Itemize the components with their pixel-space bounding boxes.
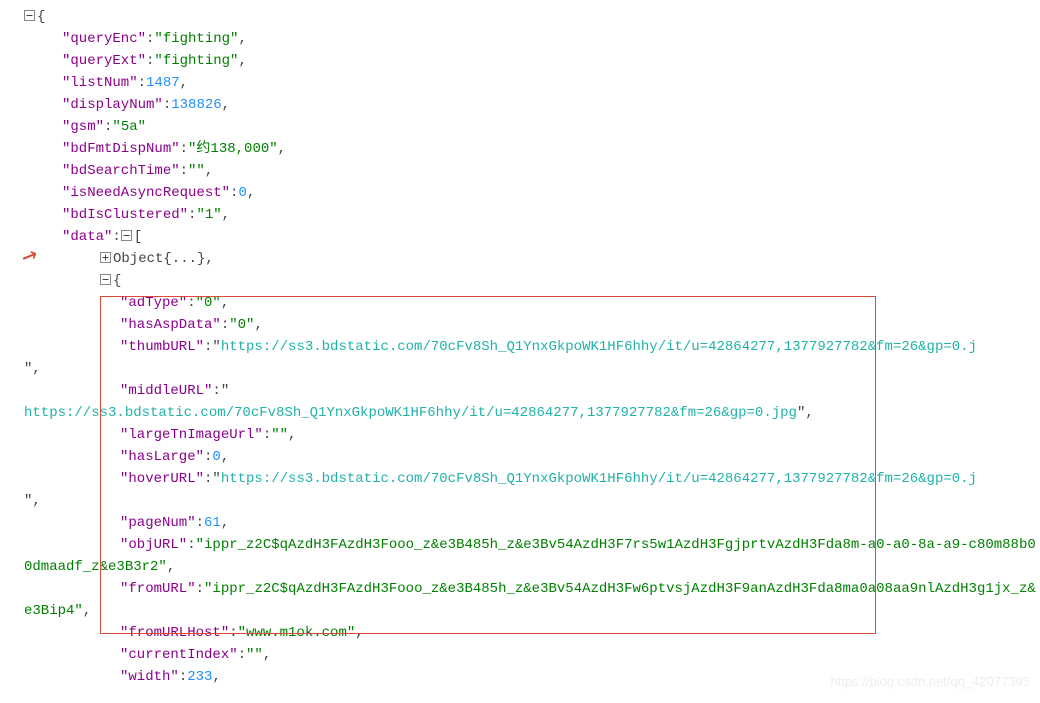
json-url: https://ss3.bdstatic.com/70cFv8Sh_Q1YnxG… xyxy=(24,405,797,421)
json-key: "thumbURL" xyxy=(120,339,204,355)
json-viewer: {"queryEnc":"fighting","queryExt":"fight… xyxy=(24,6,1040,688)
json-string: "5a" xyxy=(112,119,146,135)
json-number: 138826 xyxy=(171,97,221,113)
json-key: "middleURL" xyxy=(120,383,212,399)
collapse-icon[interactable] xyxy=(24,10,35,21)
json-string: "0" xyxy=(229,317,254,333)
json-key: "queryExt" xyxy=(62,53,146,69)
json-string: "fighting" xyxy=(154,53,238,69)
json-key: "pageNum" xyxy=(120,515,196,531)
json-number: 1487 xyxy=(146,75,180,91)
json-string: "www.m1ok.com" xyxy=(238,625,356,641)
json-key: "bdIsClustered" xyxy=(62,207,188,223)
json-key: "fromURLHost" xyxy=(120,625,229,641)
json-string: "fighting" xyxy=(154,31,238,47)
json-string: "" xyxy=(188,163,205,179)
json-key: "listNum" xyxy=(62,75,138,91)
json-string: "约138,000" xyxy=(188,141,278,157)
json-key: "displayNum" xyxy=(62,97,163,113)
json-key: "bdFmtDispNum" xyxy=(62,141,180,157)
json-root: { xyxy=(24,6,1040,28)
json-key: "isNeedAsyncRequest" xyxy=(62,185,230,201)
json-key: "bdSearchTime" xyxy=(62,163,180,179)
json-key: "width" xyxy=(120,669,179,685)
collapse-icon[interactable] xyxy=(100,274,111,285)
json-key: "adType" xyxy=(120,295,187,311)
json-string: "0" xyxy=(196,295,221,311)
json-key: "gsm" xyxy=(62,119,104,135)
json-url: https://ss3.bdstatic.com/70cFv8Sh_Q1YnxG… xyxy=(221,471,977,487)
json-string: "" xyxy=(246,647,263,663)
json-url: https://ss3.bdstatic.com/70cFv8Sh_Q1YnxG… xyxy=(221,339,977,355)
json-string: "1" xyxy=(196,207,221,223)
collapse-icon[interactable] xyxy=(121,230,132,241)
json-key: "hasLarge" xyxy=(120,449,204,465)
json-string: "" xyxy=(271,427,288,443)
json-key: "fromURL" xyxy=(120,581,196,597)
json-key: "queryEnc" xyxy=(62,31,146,47)
json-number: 61 xyxy=(204,515,221,531)
json-number: 233 xyxy=(187,669,212,685)
json-key: "largeTnImageUrl" xyxy=(120,427,263,443)
json-number: 0 xyxy=(238,185,246,201)
collapsed-object[interactable]: Object{...}, xyxy=(24,248,1040,270)
json-number: 0 xyxy=(212,449,220,465)
json-key: "hoverURL" xyxy=(120,471,204,487)
json-key: "currentIndex" xyxy=(120,647,238,663)
json-key: "hasAspData" xyxy=(120,317,221,333)
json-key: "objURL" xyxy=(120,537,187,553)
expand-icon[interactable] xyxy=(100,252,111,263)
json-key: "data" xyxy=(62,229,112,245)
